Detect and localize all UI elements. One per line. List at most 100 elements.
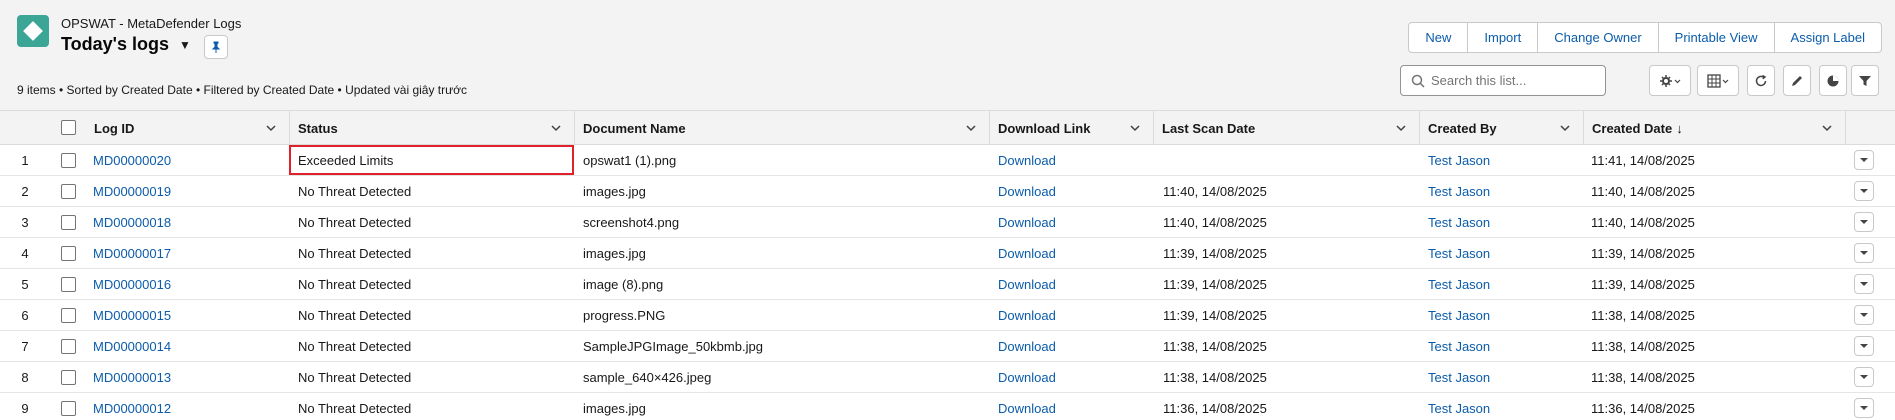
column-download-link[interactable]: Download Link xyxy=(990,111,1154,145)
row-action-button[interactable] xyxy=(1854,150,1874,170)
row-number: 4 xyxy=(21,245,29,261)
column-status[interactable]: Status xyxy=(290,111,575,145)
log-id-link[interactable]: MD00000015 xyxy=(93,300,171,330)
created-by-link[interactable]: Test Jason xyxy=(1428,145,1490,175)
refresh-icon xyxy=(1755,74,1767,86)
chevron-down-icon[interactable] xyxy=(965,122,977,134)
document-name-cell: sample_640×426.jpeg xyxy=(583,369,712,385)
chevron-down-icon xyxy=(1860,220,1868,224)
row-action-button[interactable] xyxy=(1854,305,1874,325)
created-by-link[interactable]: Test Jason xyxy=(1428,207,1490,237)
row-checkbox[interactable] xyxy=(61,277,76,292)
download-link[interactable]: Download xyxy=(998,238,1056,268)
download-link[interactable]: Download xyxy=(998,176,1056,206)
printable-view-button[interactable]: Printable View xyxy=(1658,22,1775,53)
row-checkbox[interactable] xyxy=(61,184,76,199)
list-view-switcher[interactable]: Today's logs ▼ xyxy=(61,34,191,55)
table-row: 8 MD00000013 No Threat Detected sample_640×… xyxy=(0,362,1895,393)
created-by-link[interactable]: Test Jason xyxy=(1428,362,1490,392)
last-scan-date-cell: 11:38, 14/08/2025 xyxy=(1163,338,1267,354)
download-link[interactable]: Download xyxy=(998,393,1056,420)
last-scan-date-cell: 11:36, 14/08/2025 xyxy=(1163,400,1267,416)
select-all-checkbox[interactable] xyxy=(61,120,76,135)
log-id-link[interactable]: MD00000016 xyxy=(93,269,171,299)
last-scan-date-cell: 11:39, 14/08/2025 xyxy=(1163,276,1267,292)
log-id-link[interactable]: MD00000018 xyxy=(93,207,171,237)
created-by-link[interactable]: Test Jason xyxy=(1428,393,1490,420)
row-checkbox[interactable] xyxy=(61,246,76,261)
status-cell: No Threat Detected xyxy=(298,369,412,385)
table-row: 7 MD00000014 No Threat Detected SampleJPGIm… xyxy=(0,331,1895,362)
chevron-down-icon[interactable] xyxy=(1129,122,1141,134)
created-by-link[interactable]: Test Jason xyxy=(1428,300,1490,330)
row-action-button[interactable] xyxy=(1854,398,1874,418)
document-name-cell: SampleJPGImage_50kbmb.jpg xyxy=(583,338,763,354)
search-list-box xyxy=(1400,65,1606,96)
list-settings-button[interactable] xyxy=(1649,65,1691,96)
column-created-by[interactable]: Created By xyxy=(1420,111,1584,145)
change-owner-button[interactable]: Change Owner xyxy=(1538,22,1659,53)
download-link[interactable]: Download xyxy=(998,331,1056,361)
import-button[interactable]: Import xyxy=(1468,22,1539,53)
new-button[interactable]: New xyxy=(1408,22,1469,53)
edit-list-button[interactable] xyxy=(1783,65,1811,96)
search-input[interactable] xyxy=(1431,73,1601,88)
chevron-down-icon[interactable] xyxy=(1559,122,1571,134)
chevron-down-icon[interactable] xyxy=(1395,122,1407,134)
caret-down-icon: ▼ xyxy=(178,37,191,52)
row-action-button[interactable] xyxy=(1854,336,1874,356)
row-action-button[interactable] xyxy=(1854,367,1874,387)
column-log-id[interactable]: Log ID xyxy=(86,111,290,145)
display-as-table-button[interactable] xyxy=(1697,65,1739,96)
row-action-button[interactable] xyxy=(1854,212,1874,232)
created-by-link[interactable]: Test Jason xyxy=(1428,331,1490,361)
column-created-date[interactable]: Created Date ↓ xyxy=(1584,111,1846,145)
row-checkbox[interactable] xyxy=(61,153,76,168)
row-checkbox[interactable] xyxy=(61,215,76,230)
chevron-down-icon[interactable] xyxy=(550,122,562,134)
row-action-button[interactable] xyxy=(1854,181,1874,201)
download-link[interactable]: Download xyxy=(998,145,1056,175)
gear-icon xyxy=(1660,74,1681,87)
table-row: 9 MD00000012 No Threat Detected images.jpg D… xyxy=(0,393,1895,420)
table-row: 1 MD00000020 Exceeded Limits opswat1 (1).pn… xyxy=(0,145,1895,176)
chevron-down-icon xyxy=(1860,313,1868,317)
log-id-link[interactable]: MD00000017 xyxy=(93,238,171,268)
download-link[interactable]: Download xyxy=(998,300,1056,330)
created-date-cell: 11:41, 14/08/2025 xyxy=(1591,152,1695,168)
download-link[interactable]: Download xyxy=(998,362,1056,392)
log-id-link[interactable]: MD00000014 xyxy=(93,331,171,361)
assign-label-button[interactable]: Assign Label xyxy=(1774,22,1882,53)
show-charts-button[interactable] xyxy=(1819,65,1847,96)
row-action-button[interactable] xyxy=(1854,274,1874,294)
download-link[interactable]: Download xyxy=(998,207,1056,237)
pin-list-button[interactable] xyxy=(204,35,228,59)
created-by-link[interactable]: Test Jason xyxy=(1428,238,1490,268)
log-id-link[interactable]: MD00000020 xyxy=(93,145,171,175)
last-scan-date-cell: 11:40, 14/08/2025 xyxy=(1163,183,1267,199)
row-checkbox[interactable] xyxy=(61,308,76,323)
log-id-link[interactable]: MD00000019 xyxy=(93,176,171,206)
log-id-link[interactable]: MD00000013 xyxy=(93,362,171,392)
row-checkbox[interactable] xyxy=(61,401,76,416)
action-button-group: New Import Change Owner Printable View A… xyxy=(1408,22,1882,53)
created-by-link[interactable]: Test Jason xyxy=(1428,176,1490,206)
row-action-button[interactable] xyxy=(1854,243,1874,263)
column-document-name[interactable]: Document Name xyxy=(575,111,990,145)
refresh-button[interactable] xyxy=(1747,65,1775,96)
column-last-scan-date[interactable]: Last Scan Date xyxy=(1154,111,1420,145)
pin-icon xyxy=(211,41,221,53)
chevron-down-icon[interactable] xyxy=(1821,122,1833,134)
status-cell: Exceeded Limits xyxy=(298,152,394,168)
status-cell: No Threat Detected xyxy=(298,338,412,354)
filter-button[interactable] xyxy=(1851,65,1879,96)
row-checkbox[interactable] xyxy=(61,370,76,385)
row-number: 9 xyxy=(21,400,29,416)
download-link[interactable]: Download xyxy=(998,269,1056,299)
created-by-link[interactable]: Test Jason xyxy=(1428,269,1490,299)
row-checkbox[interactable] xyxy=(61,339,76,354)
chevron-down-icon xyxy=(1860,158,1868,162)
chevron-down-icon[interactable] xyxy=(265,122,277,134)
log-id-link[interactable]: MD00000012 xyxy=(93,393,171,420)
created-date-cell: 11:39, 14/08/2025 xyxy=(1591,245,1695,261)
